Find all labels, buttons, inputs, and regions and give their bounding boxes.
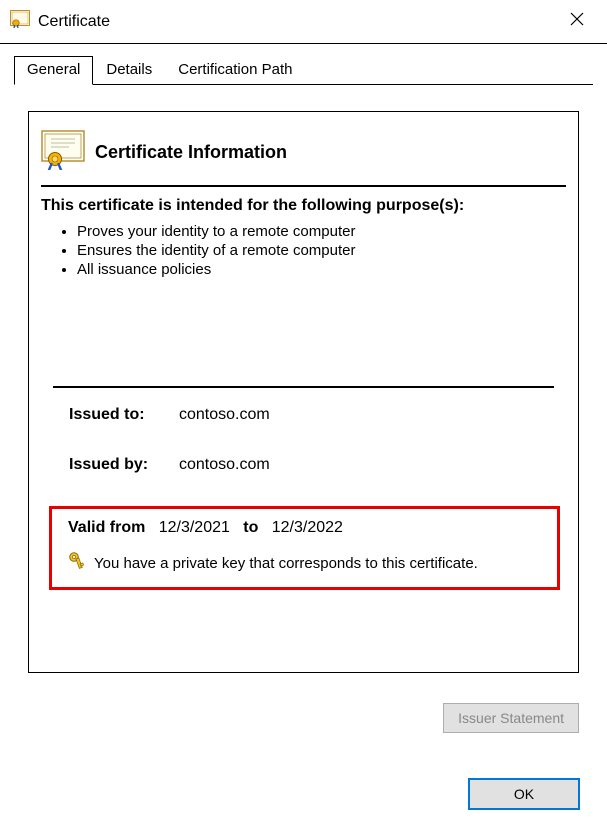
tab-general[interactable]: General [14,56,93,85]
general-panel: Certificate Information This certificate… [28,111,579,673]
issued-by-label: Issued by: [69,456,169,474]
issuer-statement-label: Issuer Statement [458,710,564,726]
valid-from-value: 12/3/2021 [159,519,230,536]
ok-button-label: OK [514,786,534,802]
valid-to-label: to [243,519,258,536]
close-icon [570,12,584,31]
cert-info-header: Certificate Information [29,112,578,185]
purpose-heading: This certificate is intended for the fol… [41,197,566,215]
divider-middle [53,386,554,388]
cert-info-title: Certificate Information [95,142,287,163]
tab-certification-path[interactable]: Certification Path [165,56,305,84]
titlebar-left: Certificate [10,10,110,33]
issuer-statement-button[interactable]: Issuer Statement [443,703,579,733]
certificate-icon [10,10,30,33]
purpose-item: All issuance policies [77,261,566,278]
tab-details[interactable]: Details [93,56,165,84]
tab-certpath-label: Certification Path [178,61,292,78]
key-icon [68,551,86,575]
tab-bar: General Details Certification Path [14,56,593,85]
private-key-note: You have a private key that corresponds … [94,555,478,572]
purpose-list: Proves your identity to a remote compute… [77,223,566,278]
issued-by-value: contoso.com [179,456,270,474]
panel-button-row: Issuer Statement [28,703,579,733]
dialog-button-row: OK [469,779,579,809]
issued-by-row: Issued by: contoso.com [69,456,554,474]
close-button[interactable] [557,7,597,37]
private-key-row: You have a private key that corresponds … [68,551,547,575]
issued-to-value: contoso.com [179,406,270,424]
window-title: Certificate [38,13,110,31]
validity-row: Valid from 12/3/2021 to 12/3/2022 [68,519,547,537]
titlebar: Certificate [0,0,607,44]
divider-top [41,185,566,187]
valid-from-label: Valid from [68,519,145,536]
issued-to-row: Issued to: contoso.com [69,406,554,424]
valid-to-value: 12/3/2022 [272,519,343,536]
tab-general-label: General [27,61,80,78]
purpose-item: Ensures the identity of a remote compute… [77,242,566,259]
ok-button[interactable]: OK [469,779,579,809]
issued-to-label: Issued to: [69,406,169,424]
tab-details-label: Details [106,61,152,78]
highlight-annotation: Valid from 12/3/2021 to 12/3/2022 [49,506,560,590]
issued-block: Issued to: contoso.com Issued by: contos… [69,406,554,474]
certificate-dialog: Certificate General Details Certificatio… [0,0,607,823]
certificate-large-icon [41,130,85,175]
purpose-item: Proves your identity to a remote compute… [77,223,566,240]
